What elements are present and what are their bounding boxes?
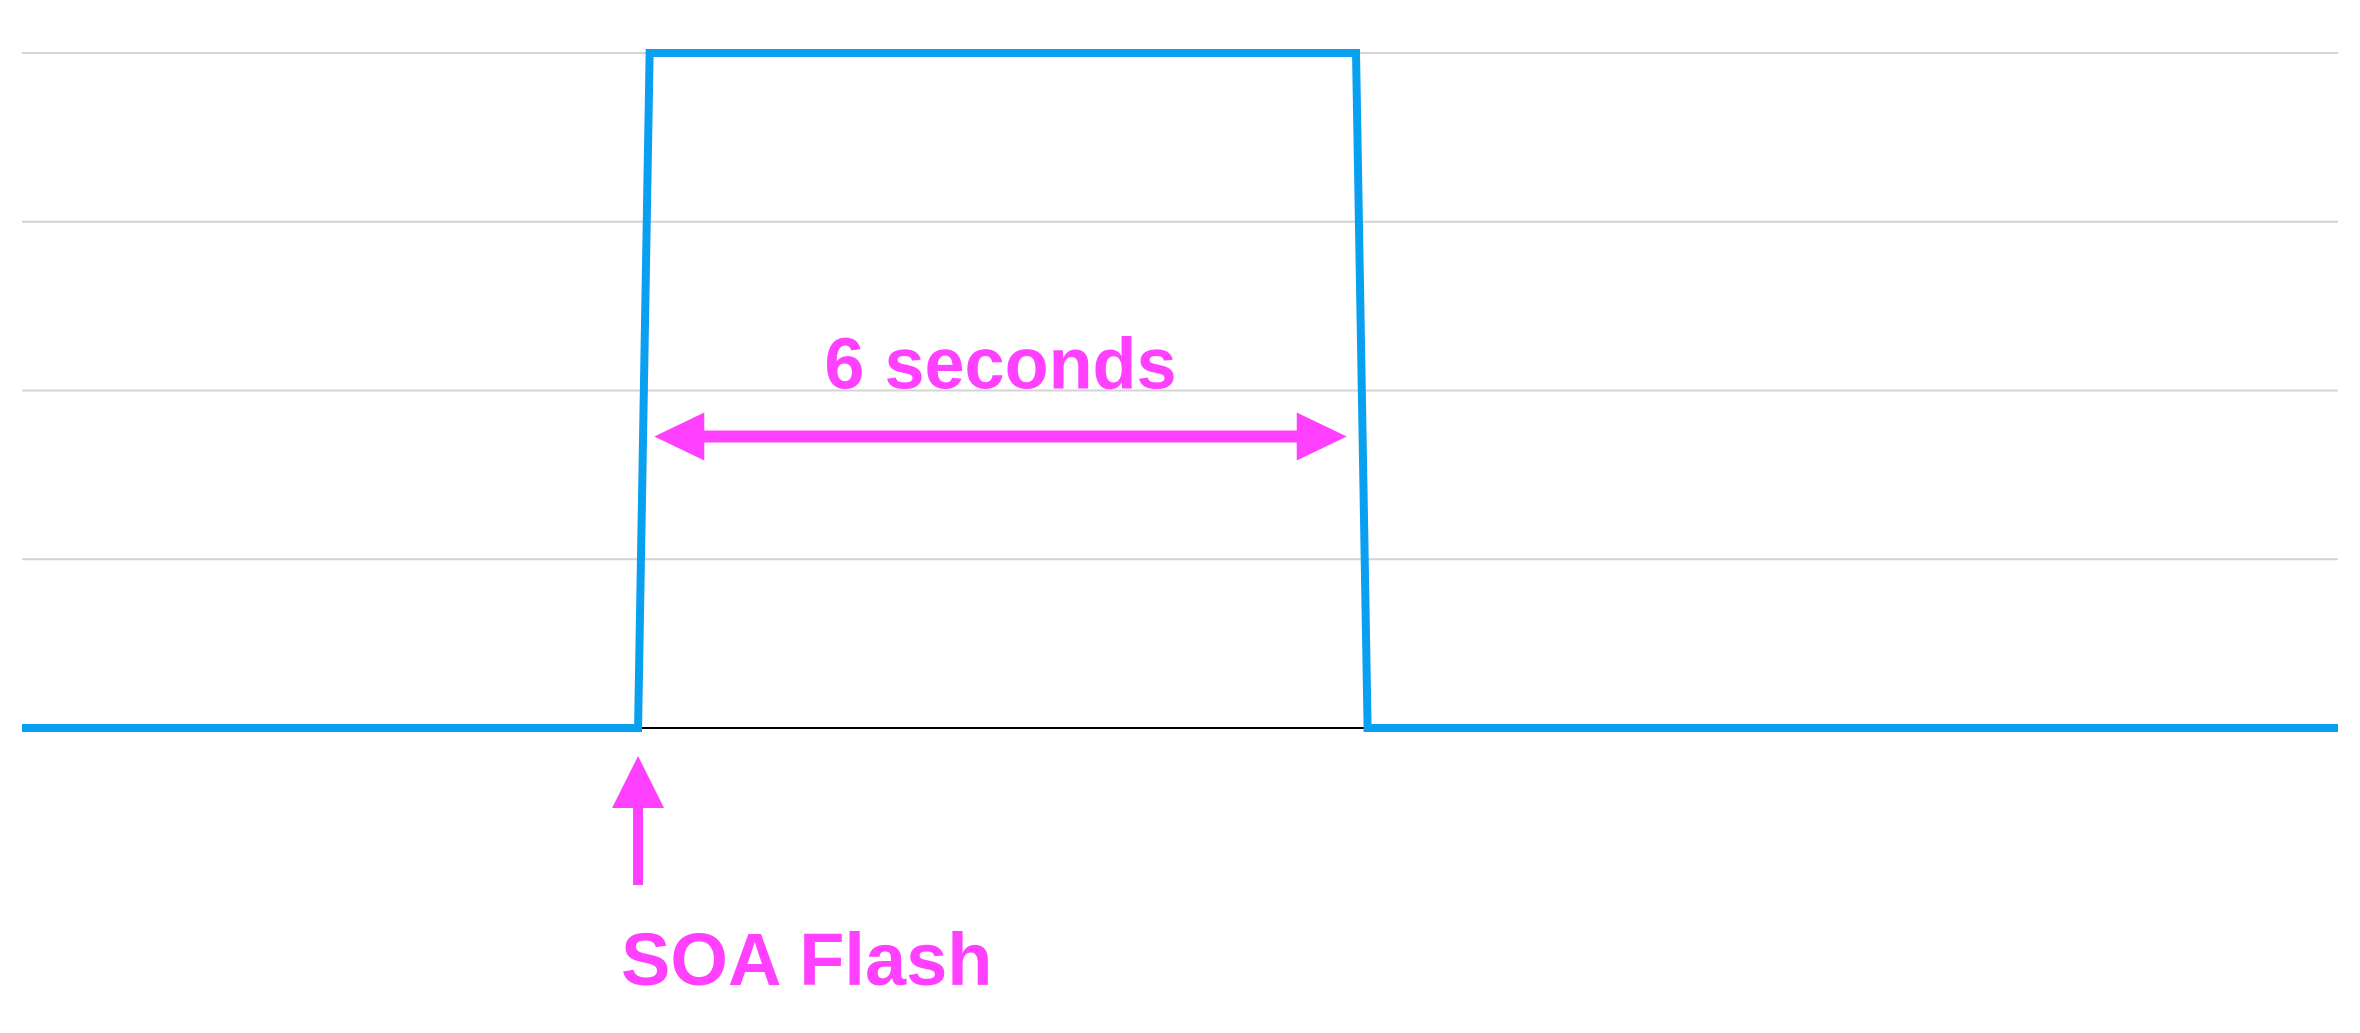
- duration-arrow-right-head: [1296, 412, 1347, 461]
- flash-annotation: SOA Flash: [612, 756, 993, 1001]
- duration-arrow-left-head: [654, 412, 705, 461]
- flash-label: SOA Flash: [621, 918, 992, 1001]
- duration-annotation: 6 seconds: [654, 325, 1347, 461]
- plot-canvas: 6 seconds SOA Flash: [22, 49, 2338, 1001]
- duration-label: 6 seconds: [824, 325, 1176, 405]
- grid-layer: [22, 52, 2338, 561]
- flash-arrow-head: [612, 756, 665, 808]
